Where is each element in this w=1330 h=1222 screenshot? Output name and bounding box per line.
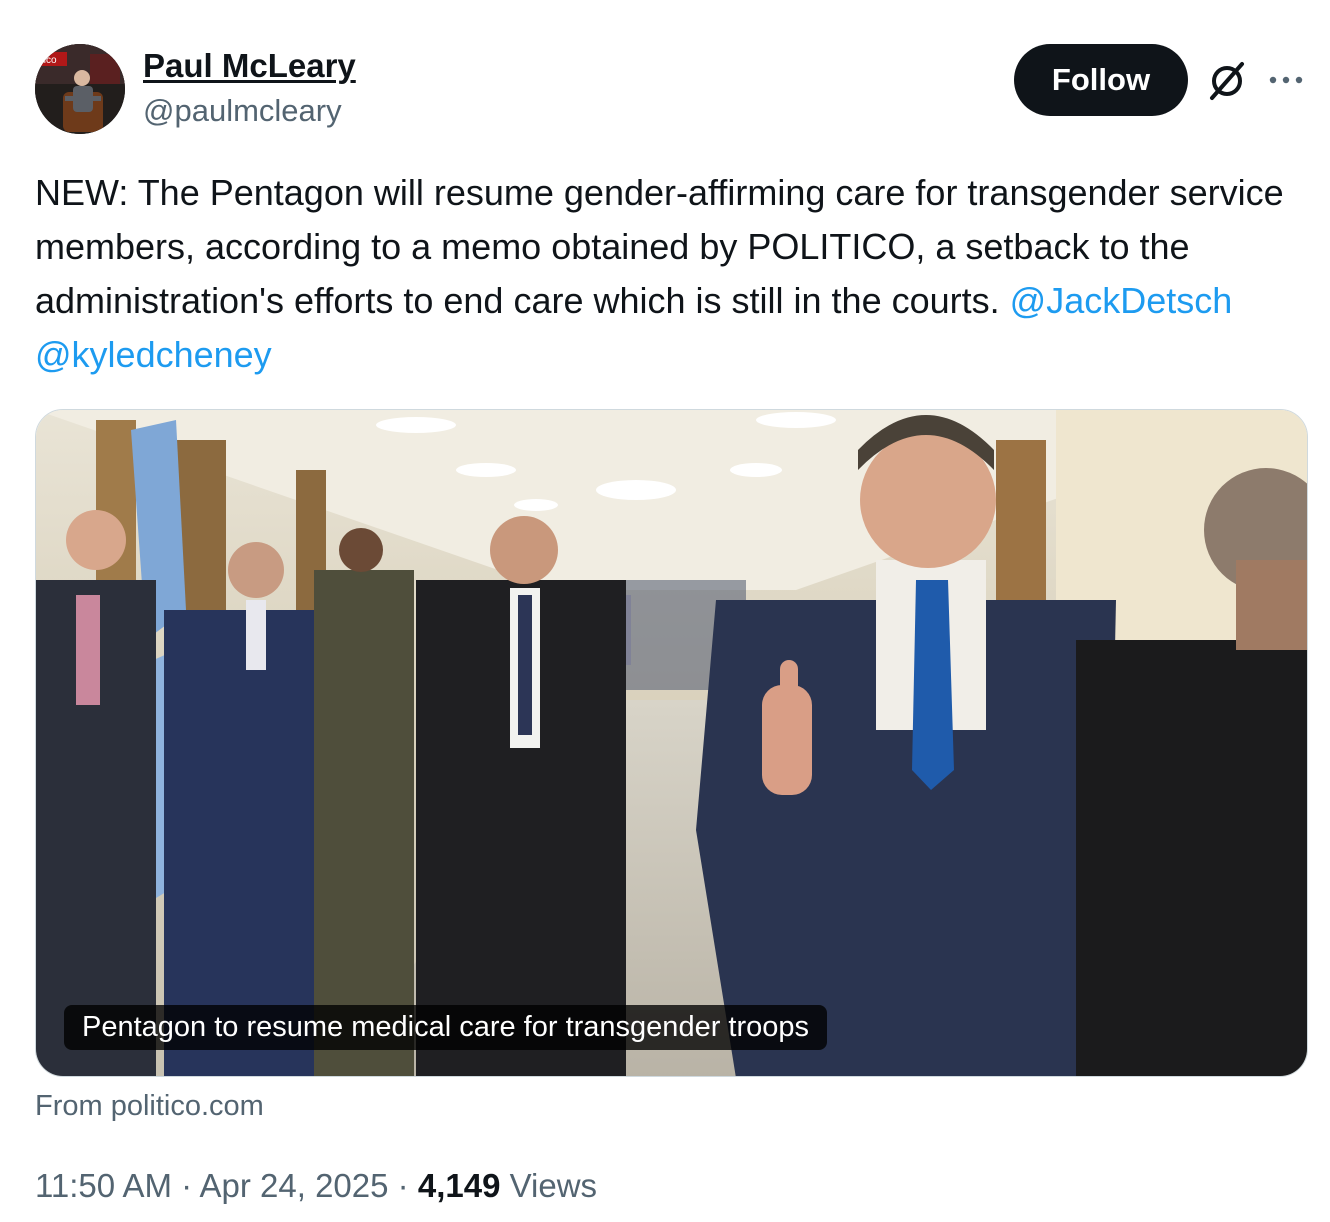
author-avatar[interactable]: tico (35, 44, 125, 134)
more-icon[interactable] (1266, 64, 1306, 96)
tweet-time[interactable]: 11:50 AM (35, 1167, 172, 1204)
link-card[interactable]: Pentagon to resume medical care for tran… (35, 409, 1308, 1077)
card-caption: Pentagon to resume medical care for tran… (64, 1005, 828, 1050)
views-label: Views (509, 1167, 598, 1204)
card-image (36, 410, 1307, 1076)
grok-icon[interactable] (1204, 58, 1250, 104)
mention-link[interactable]: @JackDetsch (1010, 280, 1233, 321)
avatar-photo: tico (35, 44, 125, 134)
views-count: 4,149 (417, 1167, 501, 1204)
tweet-text: NEW: The Pentagon will resume gender-aff… (35, 166, 1295, 382)
card-source[interactable]: From politico.com (35, 1086, 264, 1126)
follow-button[interactable]: Follow (1014, 44, 1188, 116)
author-handle[interactable]: @paulmcleary (143, 90, 342, 132)
meta-separator: · (397, 1167, 409, 1204)
mention-link[interactable]: @kyledcheney (35, 334, 272, 375)
author-name[interactable]: Paul McLeary (143, 44, 356, 88)
tweet-date[interactable]: Apr 24, 2025 (200, 1167, 389, 1204)
svg-text:tico: tico (41, 55, 57, 66)
meta-separator: · (181, 1167, 193, 1204)
tweet-meta: 11:50 AM · Apr 24, 2025 · 4,149 Views (35, 1164, 597, 1208)
